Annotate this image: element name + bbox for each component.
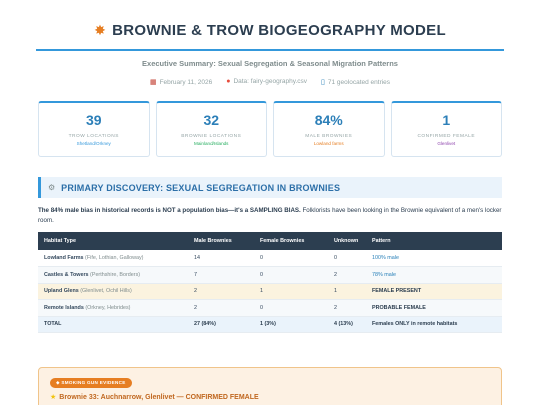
cell-male: 2 <box>188 283 254 300</box>
col-header: Male Brownies <box>188 232 254 250</box>
table-header-row: Habitat Type Male Brownies Female Browni… <box>38 232 502 250</box>
cell-unknown: 2 <box>328 299 366 317</box>
stat-value: 39 <box>85 112 102 128</box>
habitat-region: (Glenlivet, Ochil Hills) <box>80 288 132 295</box>
col-header: Female Brownies <box>254 232 328 250</box>
calendar-icon: ▦ <box>149 79 157 86</box>
meta-entries-text: 71 geolocated entries <box>327 79 391 86</box>
habitat-region: (Orkney, Hebrides) <box>85 304 131 311</box>
page-title: ✸ BROWNIE & TROW BIOGEOGRAPHY MODEL <box>94 22 446 39</box>
cell-male: 14 <box>188 250 254 267</box>
meta-date-text: February 11, 2026 <box>159 79 213 86</box>
cell-habitat: Lowland Farms (Fife, Lothian, Galloway) <box>38 250 188 267</box>
evidence-badge-text: SMOKING GUN EVIDENCE <box>61 380 126 385</box>
stat-value: 1 <box>442 112 451 128</box>
cell-habitat: Castles & Towers (Perthshire, Borders) <box>38 266 188 284</box>
stat-value: 84% <box>314 112 343 128</box>
cell-male: 2 <box>188 299 254 317</box>
stat-sub: Mainland/Islands <box>194 141 229 146</box>
habitat-region: (Fife, Lothian, Galloway) <box>85 255 144 261</box>
meta-source-text: Data: fairy-geography.csv <box>233 78 308 85</box>
col-header: Pattern <box>366 232 502 250</box>
meta-entries: ▯ 71 geolocated entries <box>321 78 390 86</box>
cell-habitat: Upland Glens (Glenlivet, Ochil Hills) <box>38 283 188 300</box>
cell-pattern: FEMALE PRESENT <box>366 283 502 300</box>
star-icon: ★ <box>50 394 57 401</box>
page-subtitle: Executive Summary: Sexual Segregation & … <box>142 59 398 68</box>
evidence-line-text: Brownie 33: Auchnarrow, Glenlivet — CONF… <box>59 393 259 401</box>
cell-female: 1 (3%) <box>254 316 328 333</box>
table-row: Remote Islands (Orkney, Hebrides) 2 0 2 … <box>38 299 502 317</box>
cell-pattern: 78% male <box>366 266 502 284</box>
title-divider <box>36 49 504 51</box>
cell-female: 0 <box>254 266 328 284</box>
cell-pattern: 100% male <box>366 250 502 267</box>
stat-label: MALE BROWNIES <box>305 134 353 139</box>
table-row: Castles & Towers (Perthshire, Borders) 7… <box>38 266 502 284</box>
cell-unknown: 1 <box>328 283 366 300</box>
bar-chart-icon: ▯ <box>321 79 325 86</box>
stats-row: 39 TROW LOCATIONS Shetland/Orkney 32 BRO… <box>38 101 502 157</box>
table-total-row: TOTAL 27 (84%) 1 (3%) 4 (13%) Females ON… <box>38 316 502 333</box>
lead-paragraph: The 84% male bias in historical records … <box>38 206 502 225</box>
stat-label: BROWNIE LOCATIONS <box>181 134 242 139</box>
stat-label: CONFIRMED FEMALE <box>417 134 476 139</box>
habitat-name: Castles & Towers <box>44 271 89 278</box>
microscope-icon: ⚙ <box>48 183 56 192</box>
habitat-name: Remote Islands <box>44 304 84 311</box>
table-row: Upland Glens (Glenlivet, Ochil Hills) 2 … <box>38 283 502 300</box>
report-header: ✸ BROWNIE & TROW BIOGEOGRAPHY MODEL Exec… <box>0 0 540 86</box>
cell-male: 27 (84%) <box>188 316 254 333</box>
table-row: Lowland Farms (Fife, Lothian, Galloway) … <box>38 250 502 267</box>
stat-value: 32 <box>203 112 220 128</box>
stat-sub: Lowland farms <box>313 141 344 146</box>
stat-sub: Glenlivet <box>437 141 456 146</box>
cell-unknown: 2 <box>328 266 366 284</box>
cell-female: 0 <box>254 250 328 267</box>
stat-sub: Shetland/Orkney <box>76 141 111 146</box>
col-header: Unknown <box>328 232 366 250</box>
habitat-name: Upland Glens <box>44 288 79 295</box>
evidence-callout: ◆ SMOKING GUN EVIDENCE ★ Brownie 33: Auc… <box>38 367 502 405</box>
cell-habitat: Remote Islands (Orkney, Hebrides) <box>38 299 188 317</box>
stat-card-male: 84% MALE BROWNIES Lowland farms <box>273 101 385 157</box>
page-title-text: BROWNIE & TROW BIOGEOGRAPHY MODEL <box>112 22 446 39</box>
meta-date: ▦ February 11, 2026 <box>150 78 212 86</box>
stat-label: TROW LOCATIONS <box>68 134 119 139</box>
cell-male: 7 <box>188 266 254 284</box>
section-title: PRIMARY DISCOVERY: SEXUAL SEGREGATION IN… <box>61 182 341 193</box>
cell-habitat: TOTAL <box>38 316 188 333</box>
cell-pattern: PROBABLE FEMALE <box>366 299 502 317</box>
cell-female: 1 <box>254 283 328 300</box>
section-header: ⚙ PRIMARY DISCOVERY: SEXUAL SEGREGATION … <box>38 177 502 198</box>
stat-card-female: 1 CONFIRMED FEMALE Glenlivet <box>390 101 502 157</box>
meta-row: ▦ February 11, 2026 ● Data: fairy-geograph… <box>0 78 540 86</box>
cell-unknown: 4 (13%) <box>328 316 366 333</box>
cell-pattern: Females ONLY in remote habitats <box>366 316 502 333</box>
evidence-line: ★ Brownie 33: Auchnarrow, Glenlivet — CO… <box>50 393 259 402</box>
evidence-badge: ◆ SMOKING GUN EVIDENCE <box>50 378 132 388</box>
fairy-icon: ✸ <box>94 22 107 38</box>
cell-unknown: 0 <box>328 250 366 267</box>
stat-card-trow: 39 TROW LOCATIONS Shetland/Orkney <box>38 101 150 157</box>
stat-card-brownie: 32 BROWNIE LOCATIONS Mainland/Islands <box>155 101 267 157</box>
col-header: Habitat Type <box>38 232 188 250</box>
meta-source: ● Data: fairy-geography.csv <box>226 78 307 86</box>
pin-icon: ● <box>226 78 231 85</box>
habitat-table: Habitat Type Male Brownies Female Browni… <box>38 232 502 333</box>
habitat-name: Lowland Farms <box>44 255 84 261</box>
lead-bold: The 84% male bias in historical records … <box>38 207 301 214</box>
habitat-region: (Perthshire, Borders) <box>90 271 141 278</box>
cell-female: 0 <box>254 299 328 317</box>
